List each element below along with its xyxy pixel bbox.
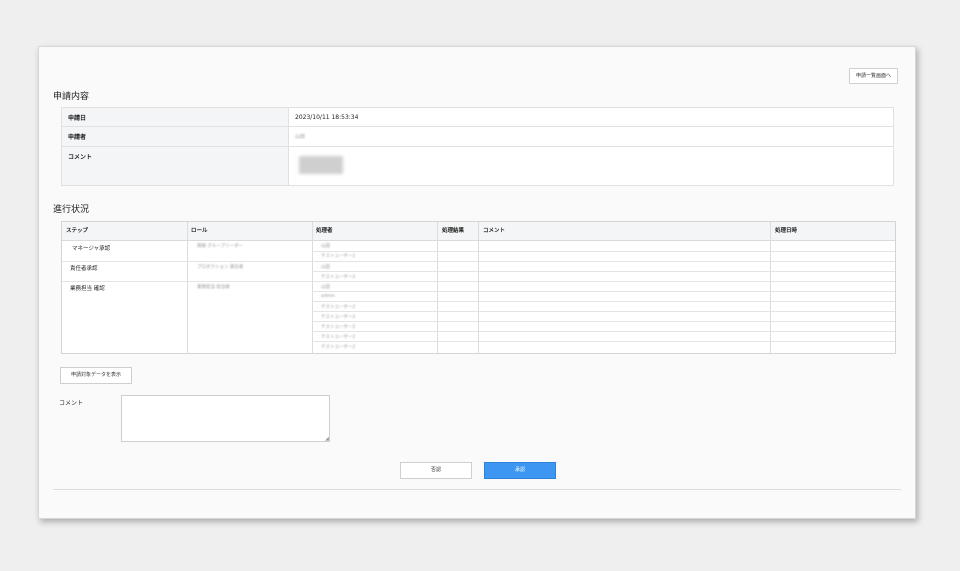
- info-value: 2023/10/11 18:53:34: [288, 107, 894, 127]
- handler-name: テストユーザー2: [321, 325, 356, 330]
- info-label: 申請日: [61, 107, 289, 127]
- col-comment: コメント: [483, 228, 506, 234]
- info-value: [288, 146, 894, 186]
- handler-name: admin: [321, 294, 336, 299]
- application-panel: 申請一覧画面へ 申請内容 申請日 2023/10/11 18:53:34 申請者…: [38, 46, 916, 519]
- progress-section-title: 進行状況: [53, 205, 90, 215]
- col-result: 処理結果: [442, 228, 465, 234]
- row-divider: [312, 271, 895, 272]
- col-datetime: 処理日時: [775, 228, 798, 234]
- info-label: 申請者: [61, 126, 289, 147]
- row-divider: [312, 311, 895, 312]
- row-divider: [187, 261, 312, 262]
- row-divider: [312, 281, 895, 282]
- show-target-data-button[interactable]: 申請対象データを表示: [60, 367, 132, 384]
- application-info-table: 申請日 2023/10/11 18:53:34 申請者 山田 コメント: [61, 107, 894, 186]
- row-divider: [312, 321, 895, 322]
- handler-name: テストユーザー2: [321, 254, 356, 259]
- progress-table: ステップ ロール 処理者 処理結果 コメント 処理日時 マネージャ承認 責任者承…: [61, 221, 896, 354]
- handler-name: テストユーザー2: [321, 345, 356, 350]
- applicant-name: 山田: [295, 134, 306, 140]
- role-name: 開発 グループリーダー: [197, 244, 244, 249]
- handler-name: 山田: [321, 265, 330, 270]
- row-divider: [312, 251, 895, 252]
- row-divider: [312, 341, 895, 342]
- row-divider: [312, 331, 895, 332]
- step-name: 責任者承認: [70, 266, 98, 272]
- application-list-button[interactable]: 申請一覧画面へ: [848, 68, 898, 84]
- step-name: 業務担当 確認: [70, 286, 105, 292]
- handler-name: テストユーザー2: [321, 305, 356, 310]
- footer-divider: [53, 489, 901, 490]
- info-row-date: 申請日 2023/10/11 18:53:34: [61, 107, 894, 127]
- col-handler: 処理者: [316, 228, 333, 234]
- row-divider: [312, 261, 895, 262]
- reject-button[interactable]: 否認: [400, 462, 472, 479]
- application-section-title: 申請内容: [53, 92, 90, 102]
- role-name: プロダクション 責任者: [197, 265, 244, 270]
- info-label: コメント: [61, 146, 289, 186]
- comment-textarea[interactable]: [121, 395, 330, 442]
- role-name: 業務担当 担当者: [197, 285, 230, 290]
- step-name: マネージャ承認: [72, 246, 111, 252]
- divider: [770, 222, 771, 353]
- redacted-comment: [299, 156, 343, 174]
- row-divider: [312, 301, 895, 302]
- row-divider: [187, 281, 312, 282]
- divider: [312, 222, 313, 353]
- handler-name: テストユーザー2: [321, 335, 356, 340]
- info-row-applicant: 申請者 山田: [61, 126, 894, 147]
- col-step: ステップ: [66, 228, 89, 234]
- divider: [478, 222, 479, 353]
- row-divider: [62, 281, 187, 282]
- resize-grip-icon[interactable]: ◢: [325, 436, 329, 442]
- row-divider: [312, 291, 895, 292]
- col-role: ロール: [191, 228, 208, 234]
- row-divider: [62, 261, 187, 262]
- handler-name: テストユーザー2: [321, 275, 356, 280]
- handler-name: 山田: [321, 244, 330, 249]
- approve-button[interactable]: 承認: [484, 462, 556, 479]
- divider: [437, 222, 438, 353]
- handler-name: テストユーザー2: [321, 315, 356, 320]
- info-row-comment: コメント: [61, 146, 894, 186]
- handler-name: 山田: [321, 285, 330, 290]
- comment-label: コメント: [59, 400, 84, 407]
- info-value: 山田: [288, 126, 894, 147]
